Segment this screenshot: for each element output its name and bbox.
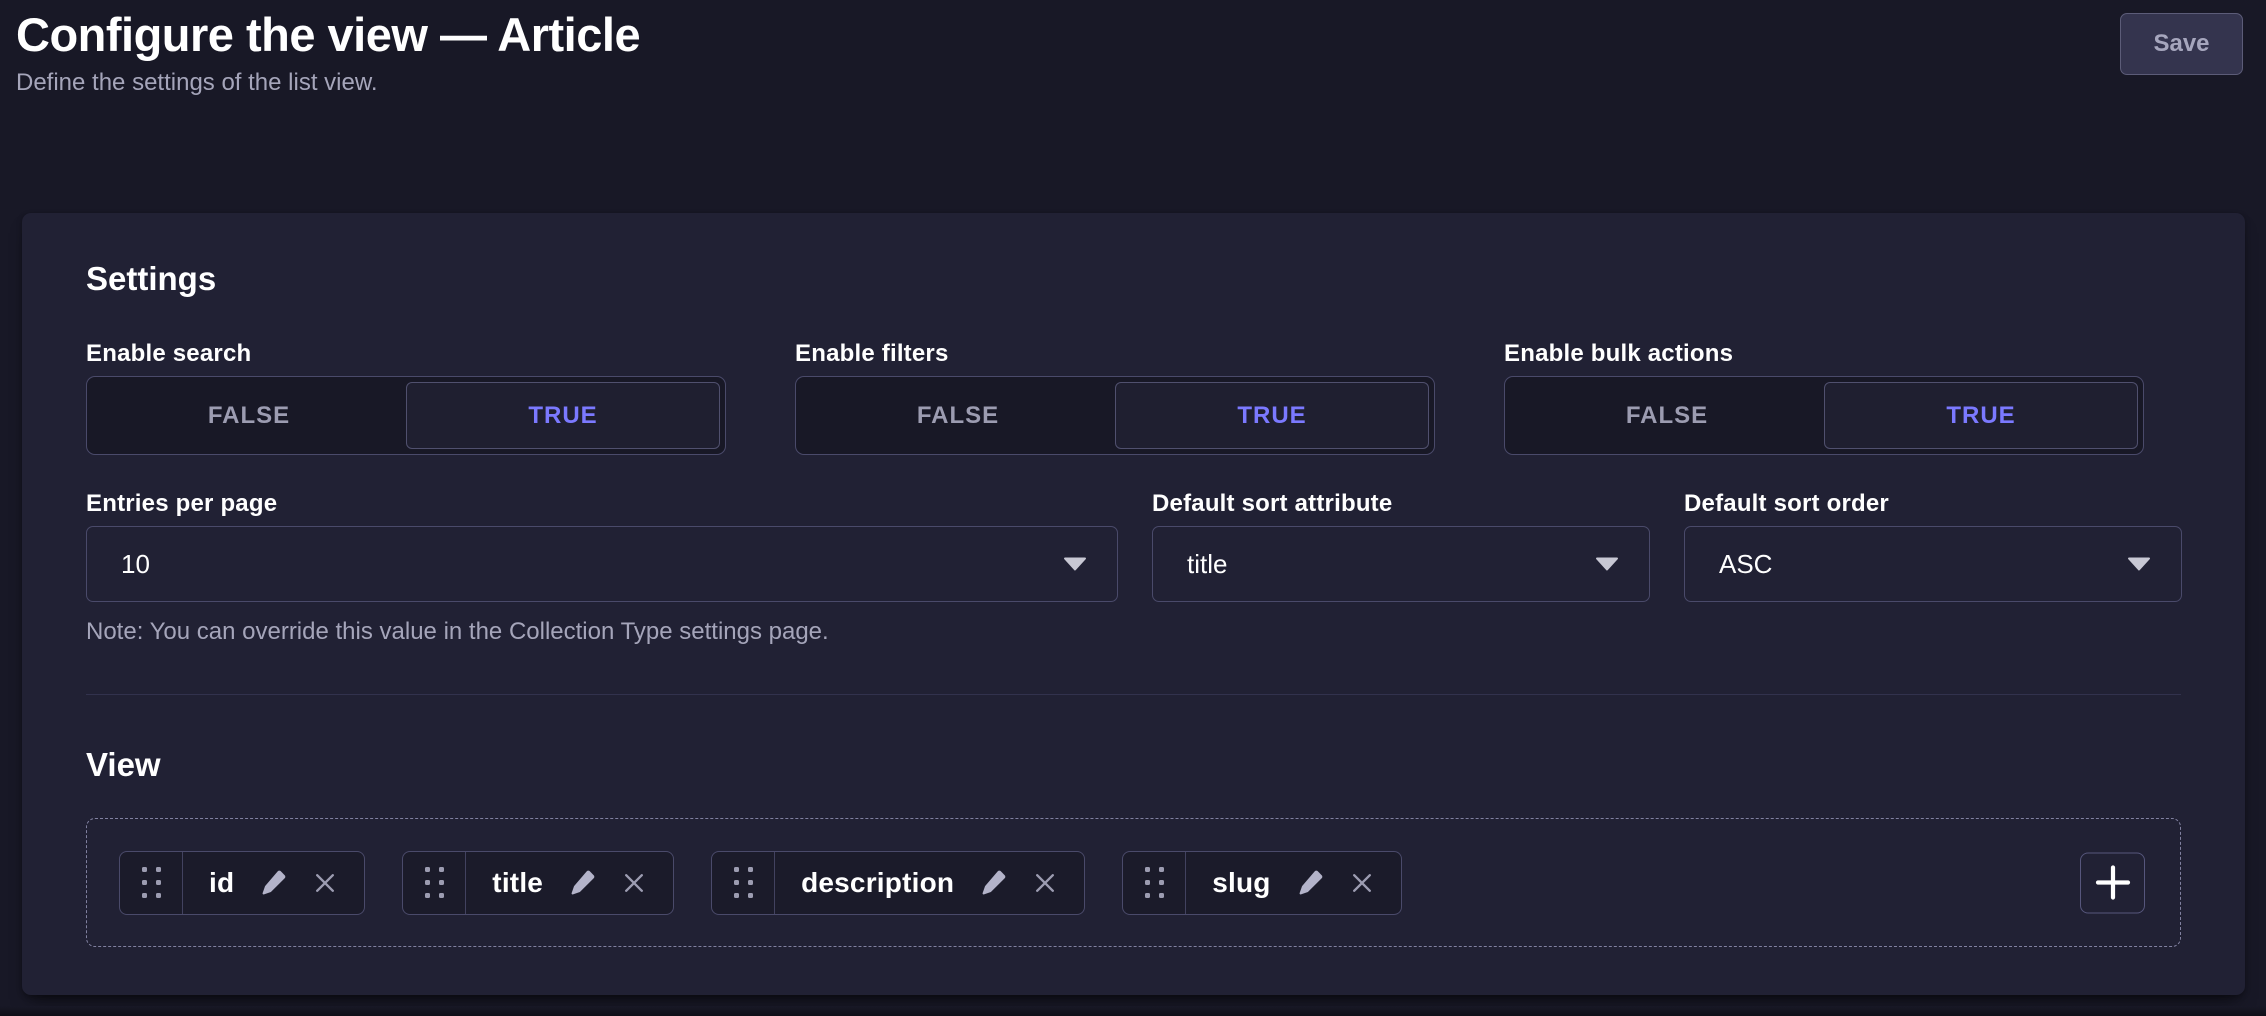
save-button[interactable]: Save xyxy=(2120,13,2243,75)
chip-body: description xyxy=(775,852,1084,914)
edit-field-button[interactable] xyxy=(1295,868,1325,898)
entries-per-page-select[interactable]: 10 xyxy=(86,526,1118,602)
displayed-fields-zone: id title xyxy=(86,818,2181,947)
chevron-down-icon xyxy=(2127,557,2151,571)
chip-body: title xyxy=(466,852,673,914)
entries-per-page-field: Entries per page 10 xyxy=(86,489,1118,602)
drag-handle[interactable] xyxy=(1123,852,1186,914)
field-chip-label: title xyxy=(492,867,543,899)
remove-field-button[interactable] xyxy=(621,870,647,896)
field-chip-label: slug xyxy=(1212,867,1270,899)
drag-handle-icon xyxy=(734,867,753,898)
default-sort-attribute-select[interactable]: title xyxy=(1152,526,1650,602)
enable-filters-toggle: FALSE TRUE xyxy=(795,376,1435,455)
configure-view-page: Configure the view — Article Define the … xyxy=(0,0,2266,1016)
remove-field-button[interactable] xyxy=(1349,870,1375,896)
edit-field-button[interactable] xyxy=(258,868,288,898)
enable-filters-true-option[interactable]: TRUE xyxy=(1115,382,1429,449)
pencil-icon xyxy=(1295,868,1325,898)
remove-field-button[interactable] xyxy=(312,870,338,896)
field-chip-description[interactable]: description xyxy=(711,851,1085,915)
chip-body: id xyxy=(183,852,364,914)
enable-bulk-actions-label: Enable bulk actions xyxy=(1504,339,2144,369)
enable-search-field: Enable search FALSE TRUE xyxy=(86,339,726,455)
remove-field-button[interactable] xyxy=(1032,870,1058,896)
enable-bulk-actions-field: Enable bulk actions FALSE TRUE xyxy=(1504,339,2144,455)
drag-handle[interactable] xyxy=(403,852,466,914)
default-sort-order-select[interactable]: ASC xyxy=(1684,526,2182,602)
plus-icon xyxy=(2092,862,2134,904)
close-icon xyxy=(312,870,338,896)
drag-handle-icon xyxy=(142,867,161,898)
enable-search-true-option[interactable]: TRUE xyxy=(406,382,720,449)
close-icon xyxy=(621,870,647,896)
edit-field-button[interactable] xyxy=(978,868,1008,898)
enable-search-false-option[interactable]: FALSE xyxy=(92,382,406,449)
window-bottom-edge xyxy=(0,1006,2266,1016)
enable-bulk-actions-false-option[interactable]: FALSE xyxy=(1510,382,1824,449)
enable-search-label: Enable search xyxy=(86,339,726,369)
enable-filters-false-option[interactable]: FALSE xyxy=(801,382,1115,449)
add-field-button[interactable] xyxy=(2080,852,2145,913)
pencil-icon xyxy=(567,868,597,898)
close-icon xyxy=(1032,870,1058,896)
view-heading: View xyxy=(86,745,2181,785)
chevron-down-icon xyxy=(1595,557,1619,571)
page-title: Configure the view — Article xyxy=(16,8,2250,62)
entries-per-page-label: Entries per page xyxy=(86,489,1118,519)
page-header: Configure the view — Article Define the … xyxy=(0,0,2266,98)
field-chip-label: description xyxy=(801,867,954,899)
default-sort-attribute-value: title xyxy=(1187,549,1227,580)
pencil-icon xyxy=(258,868,288,898)
entries-per-page-note: Note: You can override this value in the… xyxy=(86,618,2181,646)
default-sort-order-label: Default sort order xyxy=(1684,489,2182,519)
toggle-row: Enable search FALSE TRUE Enable filters … xyxy=(86,339,2181,455)
default-sort-order-field: Default sort order ASC xyxy=(1684,489,2182,602)
close-icon xyxy=(1349,870,1375,896)
enable-search-toggle: FALSE TRUE xyxy=(86,376,726,455)
default-sort-attribute-label: Default sort attribute xyxy=(1152,489,1650,519)
field-chip-slug[interactable]: slug xyxy=(1122,851,1401,915)
drag-handle[interactable] xyxy=(712,852,775,914)
settings-heading: Settings xyxy=(86,259,2181,299)
drag-handle[interactable] xyxy=(120,852,183,914)
enable-filters-field: Enable filters FALSE TRUE xyxy=(795,339,1435,455)
drag-handle-icon xyxy=(1145,867,1164,898)
field-chip-id[interactable]: id xyxy=(119,851,365,915)
field-chip-title[interactable]: title xyxy=(402,851,674,915)
page-subtitle: Define the settings of the list view. xyxy=(16,69,2250,98)
pencil-icon xyxy=(978,868,1008,898)
enable-filters-label: Enable filters xyxy=(795,339,1435,369)
edit-field-button[interactable] xyxy=(567,868,597,898)
select-row: Entries per page 10 Default sort attribu… xyxy=(86,489,2181,602)
field-chip-label: id xyxy=(209,867,234,899)
chip-body: slug xyxy=(1186,852,1400,914)
enable-bulk-actions-true-option[interactable]: TRUE xyxy=(1824,382,2138,449)
default-sort-attribute-field: Default sort attribute title xyxy=(1152,489,1650,602)
settings-card: Settings Enable search FALSE TRUE Enable… xyxy=(22,213,2245,995)
drag-handle-icon xyxy=(425,867,444,898)
default-sort-order-value: ASC xyxy=(1719,549,1772,580)
enable-bulk-actions-toggle: FALSE TRUE xyxy=(1504,376,2144,455)
chevron-down-icon xyxy=(1063,557,1087,571)
section-divider xyxy=(86,694,2181,695)
entries-per-page-value: 10 xyxy=(121,549,150,580)
